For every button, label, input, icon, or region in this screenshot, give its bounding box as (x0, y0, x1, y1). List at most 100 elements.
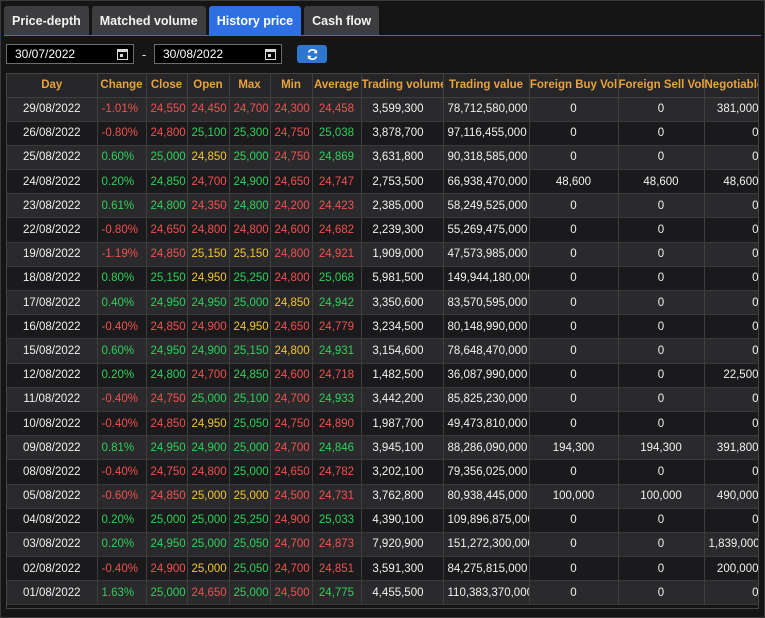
table-body: 29/08/2022 -1.01% 24,550 24,450 24,700 24,300… (7, 97, 758, 606)
cell-trading-volume: 3,631,800 (361, 145, 444, 171)
cell-foreign-sell: 0 (618, 121, 705, 146)
history-table-container[interactable]: Day Change Close Open Max Min Average Tr… (6, 73, 759, 609)
cell-avg: 24,423 (312, 193, 362, 219)
cell-open: 25,100 (187, 121, 230, 146)
col-header-trading-volume[interactable]: Trading volume (361, 74, 444, 98)
cell-trading-volume: 3,878,700 (361, 121, 444, 146)
cell-open: 25,000 (187, 484, 230, 509)
tab-matched-volume[interactable]: Matched volume (91, 6, 206, 36)
table-row[interactable]: 05/08/2022 -0.60% 24,850 25,000 25,000 24,500… (7, 484, 758, 509)
cell-max: 25,050 (229, 411, 271, 437)
cell-day: 04/08/2022 (7, 508, 98, 533)
col-header-foreign-buy-vol[interactable]: Foreign Buy Vol (529, 74, 619, 98)
table-row[interactable]: 08/08/2022 -0.40% 24,750 24,800 25,000 24,650… (7, 459, 758, 485)
col-header-open[interactable]: Open (187, 74, 230, 98)
cell-foreign-sell: 0 (618, 556, 705, 582)
cell-open: 25,150 (187, 242, 230, 267)
cell-change: -0.80% (97, 217, 147, 243)
cell-trading-volume: 2,753,500 (361, 169, 444, 195)
cell-negotiable: 391,800 (704, 435, 758, 461)
cell-day: 22/08/2022 (7, 217, 98, 243)
table-row[interactable]: 12/08/2022 0.20% 24,800 24,700 24,850 24,600 2… (7, 363, 758, 388)
cell-open: 24,800 (187, 459, 230, 485)
table-row[interactable]: 19/08/2022 -1.19% 24,850 25,150 25,150 24,800… (7, 242, 758, 267)
table-row[interactable]: 17/08/2022 0.40% 24,950 24,950 25,000 24,850 2… (7, 290, 758, 316)
table-row[interactable]: 04/08/2022 0.20% 25,000 25,000 25,250 24,900 2… (7, 508, 758, 533)
table-row[interactable]: 15/08/2022 0.60% 24,950 24,900 25,150 24,800 2… (7, 338, 758, 364)
table-row[interactable]: 11/08/2022 -0.40% 24,750 25,000 25,100 24,700… (7, 387, 758, 412)
cell-change: -0.40% (97, 387, 147, 412)
col-header-average[interactable]: Average (312, 74, 362, 98)
cell-change: 0.20% (97, 169, 147, 195)
cell-negotiable: 0 (704, 411, 758, 437)
table-row[interactable]: 25/08/2022 0.60% 25,000 24,850 25,000 24,750 2… (7, 145, 758, 171)
cell-day: 10/08/2022 (7, 411, 98, 437)
cell-trading-value: 80,148,990,000 (443, 314, 530, 340)
from-date-value: 30/07/2022 (15, 47, 76, 61)
calendar-icon[interactable] (117, 48, 128, 60)
cell-negotiable: 200,000 (704, 556, 758, 582)
cell-max: 25,050 (229, 556, 271, 582)
tab-cash-flow[interactable]: Cash flow (304, 6, 380, 36)
cell-trading-value: 55,269,475,000 (443, 217, 530, 243)
tab-history-price[interactable]: History price (208, 6, 302, 36)
col-header-negotiable[interactable]: Negotiable (704, 74, 758, 98)
table-row[interactable]: 10/08/2022 -0.40% 24,850 24,950 25,050 24,750… (7, 411, 758, 437)
cell-avg: 24,921 (312, 242, 362, 267)
col-header-close[interactable]: Close (146, 74, 188, 98)
table-row[interactable]: 09/08/2022 0.81% 24,950 24,900 25,000 24,700 2… (7, 435, 758, 461)
cell-open: 24,700 (187, 169, 230, 195)
cell-foreign-sell: 0 (618, 338, 705, 364)
table-row[interactable]: 01/08/2022 1.63% 25,000 24,650 25,000 24,500 2… (7, 580, 758, 606)
cell-min: 24,750 (270, 121, 313, 146)
cell-negotiable: 0 (704, 242, 758, 267)
cell-max: 25,000 (229, 145, 271, 171)
cell-close: 24,850 (146, 484, 188, 509)
cell-foreign-buy: 0 (529, 97, 619, 122)
refresh-button[interactable] (297, 45, 327, 63)
col-header-min[interactable]: Min (270, 74, 313, 98)
cell-trading-volume: 1,482,500 (361, 363, 444, 388)
cell-open: 25,000 (187, 508, 230, 533)
col-header-change[interactable]: Change (97, 74, 147, 98)
cell-max: 25,000 (229, 435, 271, 461)
table-row[interactable]: 24/08/2022 0.20% 24,850 24,700 24,900 24,650 2… (7, 169, 758, 195)
cell-trading-value: 47,573,985,000 (443, 242, 530, 267)
cell-open: 24,650 (187, 580, 230, 606)
col-header-trading-value[interactable]: Trading value (443, 74, 530, 98)
cell-foreign-buy: 0 (529, 314, 619, 340)
cell-foreign-buy: 100,000 (529, 484, 619, 509)
table-row[interactable]: 26/08/2022 -0.80% 24,800 25,100 25,300 24,750… (7, 121, 758, 146)
cell-trading-volume: 5,981,500 (361, 266, 444, 292)
table-row[interactable]: 23/08/2022 0.61% 24,800 24,350 24,800 24,200 2… (7, 193, 758, 219)
cell-foreign-buy: 0 (529, 217, 619, 243)
table-row[interactable]: 29/08/2022 -1.01% 24,550 24,450 24,700 24,300… (7, 97, 758, 122)
cell-min: 24,700 (270, 556, 313, 582)
to-date-picker[interactable]: 30/08/2022 (154, 44, 282, 64)
calendar-icon[interactable] (265, 48, 276, 60)
cell-trading-value: 84,275,815,000 (443, 556, 530, 582)
cell-min: 24,850 (270, 290, 313, 316)
cell-foreign-sell: 48,600 (618, 169, 705, 195)
table-row[interactable]: 16/08/2022 -0.40% 24,850 24,900 24,950 24,650… (7, 314, 758, 340)
cell-open: 24,900 (187, 338, 230, 364)
cell-close: 24,850 (146, 169, 188, 195)
table-row[interactable]: 18/08/2022 0.80% 25,150 24,950 25,250 24,800 2… (7, 266, 758, 292)
cell-trading-value: 151,272,300,000 (443, 532, 530, 558)
table-row[interactable]: 02/08/2022 -0.40% 24,900 25,000 25,050 24,700… (7, 556, 758, 582)
col-header-day[interactable]: Day (7, 74, 98, 98)
cell-change: 0.20% (97, 508, 147, 533)
cell-foreign-buy: 0 (529, 508, 619, 533)
cell-negotiable: 0 (704, 217, 758, 243)
cell-min: 24,650 (270, 314, 313, 340)
table-row[interactable]: 22/08/2022 -0.80% 24,650 24,800 24,800 24,600… (7, 217, 758, 243)
cell-day: 02/08/2022 (7, 556, 98, 582)
cell-trading-value: 90,318,585,000 (443, 145, 530, 171)
cell-close: 24,750 (146, 459, 188, 485)
col-header-foreign-sell-vol[interactable]: Foreign Sell Vol (618, 74, 705, 98)
tab-price-depth[interactable]: Price-depth (4, 6, 89, 36)
tab-bar: Price-depth Matched volume History price… (4, 6, 380, 36)
table-row[interactable]: 03/08/2022 0.20% 24,950 25,000 25,050 24,700 2… (7, 532, 758, 558)
from-date-picker[interactable]: 30/07/2022 (6, 44, 134, 64)
col-header-max[interactable]: Max (229, 74, 271, 98)
